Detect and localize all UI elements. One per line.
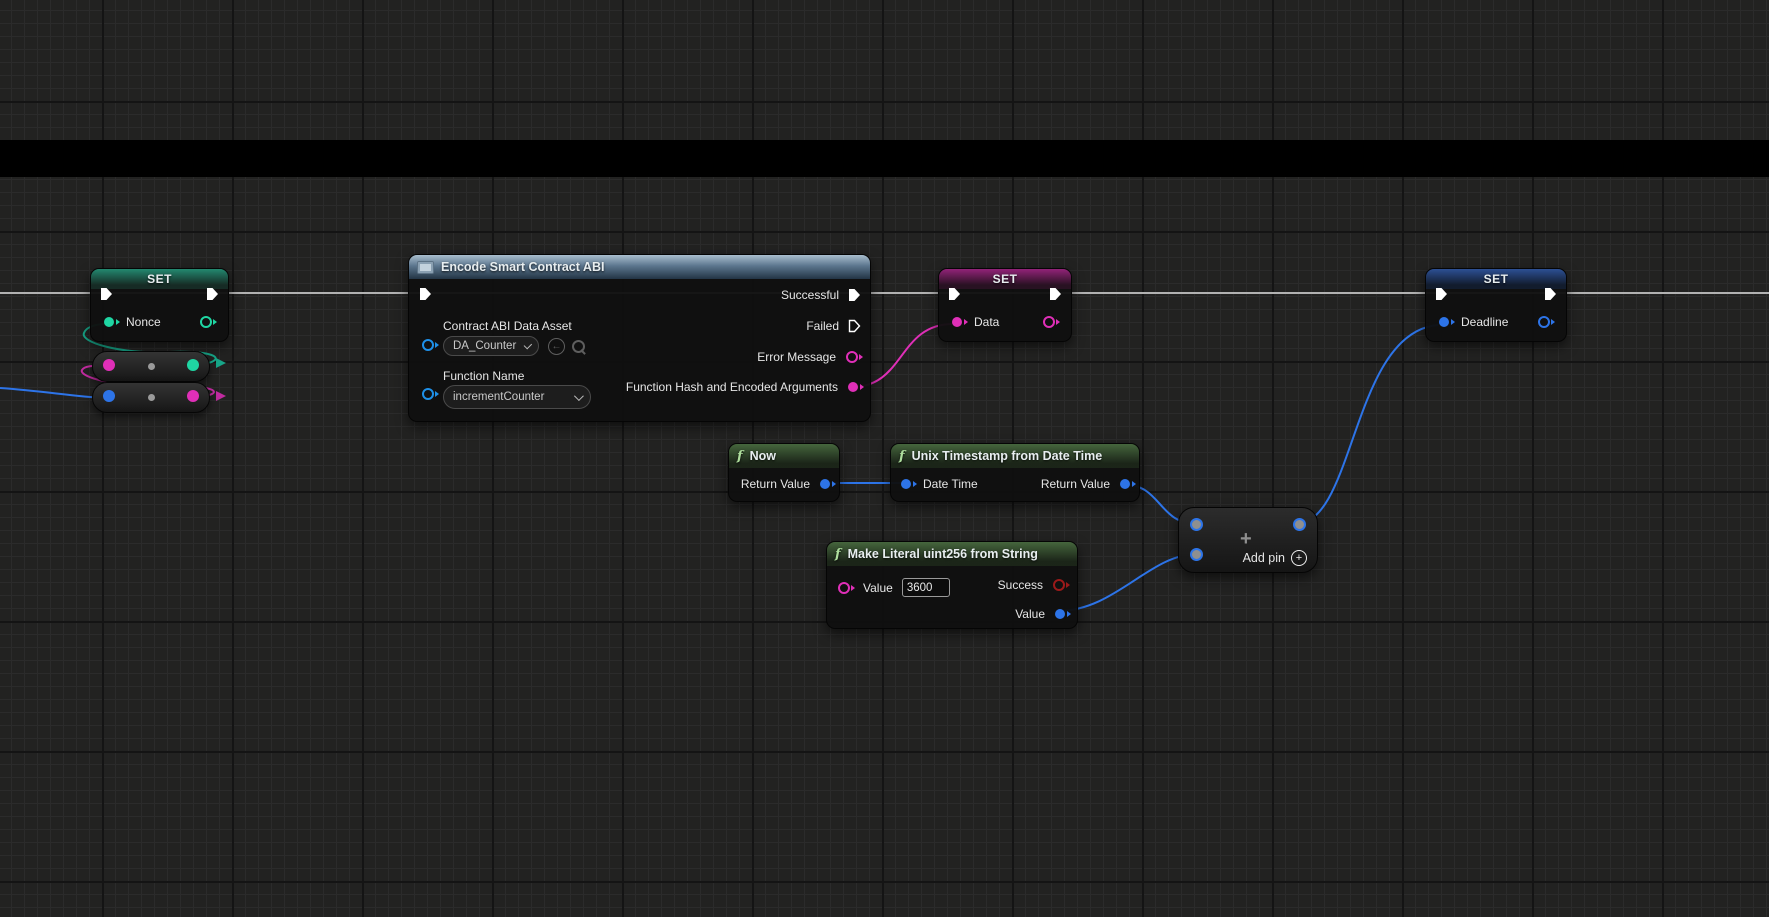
error-message-pin[interactable]: Error Message [757, 347, 858, 367]
set-data-title: SET [993, 272, 1018, 286]
function-name-dropdown[interactable]: incrementCounter [443, 385, 591, 409]
conv1-out-pin[interactable] [187, 358, 199, 376]
node-set-data[interactable]: SET Data [938, 268, 1072, 342]
chevron-down-icon [524, 340, 532, 348]
successful-exec-out-pin[interactable]: Successful [781, 285, 861, 305]
asset-dropdown[interactable]: DA_Counter [443, 336, 539, 356]
encode-header[interactable]: Encode Smart Contract ABI [409, 255, 870, 279]
failed-label: Failed [806, 319, 839, 333]
nonce-pin-label: Nonce [126, 315, 161, 329]
exec-in-pin[interactable] [1435, 287, 1448, 304]
node-set-nonce[interactable]: SET Nonce [90, 268, 229, 342]
error-message-label: Error Message [757, 350, 836, 364]
function-hash-pin[interactable]: Function Hash and Encoded Arguments [626, 377, 858, 397]
function-dropdown-value: incrementCounter [453, 391, 544, 403]
function-name-pin-label: Function Name [443, 369, 524, 383]
literal-success-pin[interactable]: Success [998, 578, 1065, 592]
node-conversion-1[interactable] [92, 351, 210, 382]
data-in-pin[interactable]: Data [952, 315, 999, 329]
node-make-literal-uint256[interactable]: f Make Literal uint256 from String Value… [826, 541, 1078, 629]
uint256-value-input[interactable] [902, 578, 950, 597]
unix-title: Unix Timestamp from Date Time [912, 449, 1103, 463]
failed-exec-out-pin[interactable]: Failed [806, 316, 861, 336]
add-in-pin-1[interactable] [1190, 518, 1203, 531]
make-literal-title: Make Literal uint256 from String [848, 547, 1038, 561]
function-f-icon: f [737, 449, 743, 464]
unix-header[interactable]: f Unix Timestamp from Date Time [891, 444, 1139, 468]
set-nonce-header[interactable]: SET [91, 269, 228, 289]
conv1-in-pin[interactable] [103, 358, 115, 376]
encode-title: Encode Smart Contract ABI [441, 260, 604, 274]
literal-value-in-label: Value [863, 581, 893, 595]
exec-in-pin[interactable] [419, 287, 432, 304]
add-pin-button[interactable]: Add pin + [1243, 550, 1307, 566]
unix-datetime-label: Date Time [923, 477, 978, 491]
now-return-label: Return Value [741, 477, 810, 491]
function-name-pin[interactable] [422, 388, 434, 403]
wire-add-to-deadline [1296, 325, 1438, 524]
function-f-icon: f [835, 547, 841, 562]
wire-literal-to-add [1058, 554, 1197, 611]
now-title: Now [750, 449, 776, 463]
set-nonce-title: SET [147, 272, 172, 286]
deadline-pin-label: Deadline [1461, 315, 1508, 329]
asset-pin-label: Contract ABI Data Asset [443, 319, 572, 333]
conv2-out-pin[interactable] [187, 389, 199, 407]
browse-asset-icon[interactable] [572, 340, 585, 353]
exec-out-pin[interactable] [1544, 287, 1557, 304]
set-deadline-title: SET [1484, 272, 1509, 286]
node-now[interactable]: f Now Return Value [728, 443, 840, 502]
blueprint-graph-canvas[interactable]: SET Nonce Encode Smart Contract ABI [0, 0, 1769, 917]
conv2-dot-icon [148, 394, 155, 401]
nonce-out-pin[interactable] [200, 316, 212, 331]
exec-out-pin[interactable] [206, 287, 219, 304]
node-set-deadline[interactable]: SET Deadline [1425, 268, 1567, 342]
node-unix-timestamp[interactable]: f Unix Timestamp from Date Time Date Tim… [890, 443, 1140, 502]
contract-abi-asset-pin[interactable] [422, 339, 434, 354]
wire-left-blue [0, 388, 106, 398]
node-add-operator[interactable]: + Add pin + [1178, 507, 1318, 573]
nonce-in-pin[interactable]: Nonce [104, 315, 161, 329]
add-in-pin-2[interactable] [1190, 548, 1203, 561]
deadline-out-pin[interactable] [1538, 316, 1550, 331]
deadline-in-pin[interactable]: Deadline [1439, 315, 1508, 329]
unix-datetime-pin[interactable]: Date Time [901, 477, 978, 491]
use-selected-asset-icon[interactable]: ← [548, 338, 565, 355]
add-pin-label: Add pin [1243, 551, 1285, 565]
exec-in-pin[interactable] [100, 287, 113, 304]
now-return-value-pin[interactable]: Return Value [741, 477, 830, 491]
wire-arrow-teal [216, 358, 226, 368]
now-header[interactable]: f Now [729, 444, 839, 468]
add-pin-plus-icon: + [1291, 550, 1307, 566]
set-data-header[interactable]: SET [939, 269, 1071, 289]
data-pin-label: Data [974, 315, 999, 329]
successful-label: Successful [781, 288, 839, 302]
make-literal-header[interactable]: f Make Literal uint256 from String [827, 542, 1077, 566]
chevron-down-icon [574, 391, 584, 401]
exec-in-pin[interactable] [948, 287, 961, 304]
conv1-dot-icon [148, 363, 155, 370]
literal-value-out-pin[interactable]: Value [1015, 607, 1065, 621]
add-out-pin[interactable] [1293, 518, 1306, 531]
literal-success-label: Success [998, 578, 1043, 592]
unix-return-label: Return Value [1041, 477, 1110, 491]
node-conversion-2[interactable] [92, 382, 210, 413]
literal-value-out-label: Value [1015, 607, 1045, 621]
conv2-in-pin[interactable] [103, 389, 115, 407]
asset-dropdown-value: DA_Counter [453, 340, 516, 352]
set-deadline-header[interactable]: SET [1426, 269, 1566, 289]
unix-return-value-pin[interactable]: Return Value [1041, 477, 1130, 491]
wire-arrow-magenta [216, 391, 226, 401]
plus-operator-icon: + [1240, 528, 1252, 551]
function-banner-icon [417, 261, 434, 274]
function-hash-label: Function Hash and Encoded Arguments [626, 380, 838, 394]
exec-out-pin[interactable] [1049, 287, 1062, 304]
node-encode-smart-contract-abi[interactable]: Encode Smart Contract ABI Contract ABI D… [408, 254, 871, 422]
literal-value-in-pin[interactable]: Value [838, 578, 950, 597]
function-f-icon: f [899, 449, 905, 464]
data-out-pin[interactable] [1043, 316, 1055, 331]
wire-layer [0, 0, 1769, 917]
